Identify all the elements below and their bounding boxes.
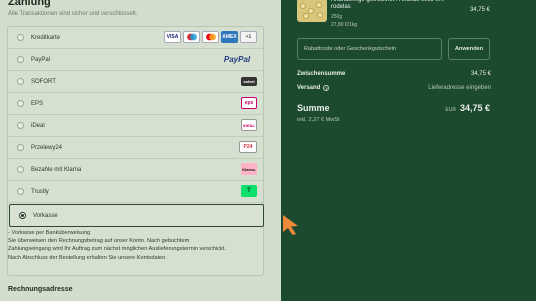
paypal-logo: PayPal xyxy=(217,53,257,65)
method-label: iDeal xyxy=(31,122,45,129)
mouse-cursor-icon xyxy=(283,215,298,235)
klarna-icon: Klarna. xyxy=(241,163,257,175)
product-unit-price: 27,80 €/1kg xyxy=(331,22,358,28)
payment-title: Zahlung xyxy=(8,0,51,8)
radio-button[interactable] xyxy=(17,122,24,129)
radio-button[interactable] xyxy=(17,78,24,85)
product-weight: 250g xyxy=(331,14,343,20)
method-label: Przelewy24 xyxy=(31,144,63,151)
przelewy24-icon: P24 xyxy=(239,141,257,153)
info-line: Nach Abschluss der Bestellung erhalten S… xyxy=(8,254,167,261)
ideal-icon: iDEAL xyxy=(241,119,257,131)
total-value: 34,75 € xyxy=(459,103,490,113)
method-label: PayPal xyxy=(31,56,51,63)
tax-note: inkl. 2,27 € MwSt xyxy=(297,117,340,123)
product-image xyxy=(297,0,327,22)
payment-method-vorkasse[interactable]: Vorkasse xyxy=(9,204,264,227)
amex-icon: AMEX xyxy=(221,31,238,43)
radio-button[interactable] xyxy=(17,144,24,151)
trustly-logo: T xyxy=(241,185,257,197)
product-name: Ananasringe getrocknet / Ananas seco em … xyxy=(331,0,444,10)
card-logos: VISA AMEX +1 xyxy=(164,31,257,43)
radio-button-selected[interactable] xyxy=(19,212,26,219)
shipping-row: Versand ? Lieferadresse eingeben xyxy=(297,85,491,91)
help-icon[interactable]: ? xyxy=(323,85,330,91)
method-label: Trustly xyxy=(31,188,49,195)
payment-method-eps[interactable]: EPS eps xyxy=(8,93,263,115)
payment-method-ideal[interactable]: iDeal iDEAL xyxy=(8,115,263,137)
total-value-group: EUR 34,75 € xyxy=(445,103,490,113)
payment-method-przelewy24[interactable]: Przelewy24 P24 xyxy=(8,137,263,159)
more-cards-icon: +1 xyxy=(240,31,257,43)
order-summary-panel: Ananasringe getrocknet / Ananas seco em … xyxy=(281,0,536,301)
trustly-icon: T xyxy=(241,185,257,197)
method-label: SOFORT xyxy=(31,78,56,85)
payment-panel: Zahlung Alle Transaktionen sind sicher u… xyxy=(0,0,281,301)
info-line: - Vorkasse per Banküberweisung xyxy=(8,230,91,236)
payment-method-klarna[interactable]: Bezahle mit Klarna Klarna. xyxy=(8,159,263,181)
vorkasse-info: - Vorkasse per Banküberweisung Sie überw… xyxy=(8,229,258,262)
klarna-logo: Klarna. xyxy=(241,163,257,175)
p24-logo: P24 xyxy=(239,141,257,153)
product-price: 34,75 € xyxy=(469,7,490,13)
visa-icon: VISA xyxy=(164,31,181,43)
payment-method-paypal[interactable]: PayPal PayPal xyxy=(8,49,263,71)
payment-subtitle: Alle Transaktionen sind sicher und versc… xyxy=(8,11,138,17)
radio-button[interactable] xyxy=(17,100,24,107)
mastercard-icon xyxy=(202,31,219,43)
radio-button[interactable] xyxy=(17,166,24,173)
eps-icon: eps xyxy=(241,97,257,109)
radio-button[interactable] xyxy=(17,56,24,63)
shipping-label: Versand xyxy=(297,85,321,91)
shipping-label-group: Versand ? xyxy=(297,85,330,91)
total-label: Summe xyxy=(297,103,330,113)
payment-method-trustly[interactable]: Trustly T xyxy=(8,181,263,203)
subtotal-row: Zwischensumme 34,75 € xyxy=(297,71,491,77)
sofort-logo: sofort xyxy=(241,75,257,86)
info-line: Zahlungseingang wird Ihr Auftrag zum näc… xyxy=(8,246,226,253)
sofort-icon: sofort xyxy=(241,77,257,86)
payment-method-sofort[interactable]: SOFORT sofort xyxy=(8,71,263,93)
subtotal-label: Zwischensumme xyxy=(297,71,346,77)
info-line: Sie überweisen den Rechnungsbetrag auf u… xyxy=(8,238,190,245)
radio-button[interactable] xyxy=(17,188,24,195)
radio-button[interactable] xyxy=(17,34,24,41)
currency-code: EUR xyxy=(445,107,456,113)
payment-method-kreditkarte[interactable]: Kreditkarte VISA AMEX +1 xyxy=(8,27,263,49)
method-label: EPS xyxy=(31,100,44,107)
discount-code-input[interactable]: Rabattcode oder Geschenkgutschein xyxy=(297,38,442,60)
method-label: Kreditkarte xyxy=(31,34,61,41)
method-label: Vorkasse xyxy=(33,212,58,219)
apply-button[interactable]: Anwenden xyxy=(448,38,490,60)
maestro-icon xyxy=(183,31,200,43)
shipping-value: Lieferadresse eingeben xyxy=(428,85,491,91)
paypal-icon: PayPal xyxy=(223,54,251,64)
billing-address-heading: Rechnungsadresse xyxy=(8,286,73,293)
method-label: Bezahle mit Klarna xyxy=(31,166,82,173)
eps-logo: eps xyxy=(241,97,257,109)
ideal-logo: iDEAL xyxy=(241,119,257,131)
subtotal-value: 34,75 € xyxy=(470,71,491,77)
